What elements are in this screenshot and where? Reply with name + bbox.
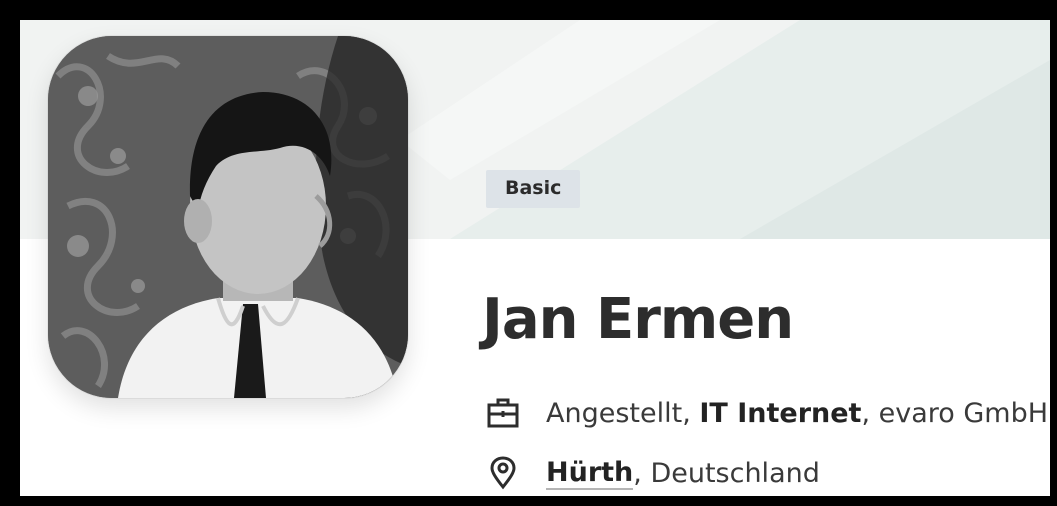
membership-badge: Basic	[486, 170, 581, 208]
job-separator: ,	[861, 397, 879, 429]
location-city-link[interactable]: Hürth	[546, 457, 634, 490]
job-company: evaro GmbH	[878, 397, 1049, 429]
profile-photo[interactable]	[48, 36, 408, 398]
profile-card: Basic Jan Ermen Angestellt, IT Internet,…	[20, 20, 1050, 496]
briefcase-icon	[486, 396, 520, 430]
location-pin-icon	[486, 456, 520, 490]
employment-status: Angestellt	[546, 397, 683, 429]
location-separator: ,	[633, 457, 651, 489]
location-info: Hürth, Deutschland	[486, 456, 820, 490]
profile-name: Jan Ermen	[482, 287, 794, 352]
location-country: Deutschland	[650, 457, 820, 489]
job-info: Angestellt, IT Internet, evaro GmbH	[486, 396, 1048, 430]
job-industry: IT Internet	[699, 397, 862, 429]
job-separator: ,	[682, 397, 700, 429]
